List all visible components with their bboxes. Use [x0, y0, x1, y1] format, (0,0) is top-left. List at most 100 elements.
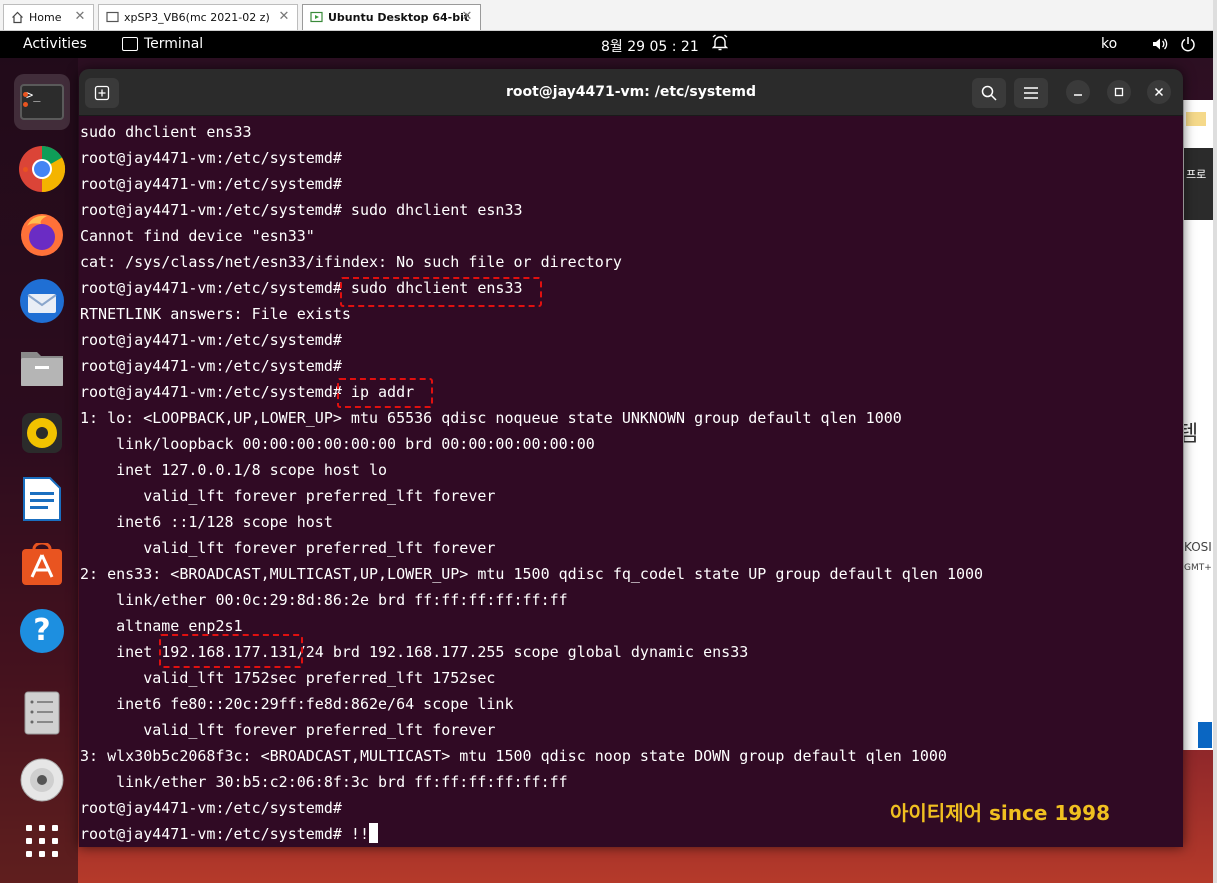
running-indicator — [23, 102, 28, 107]
terminal-line: root@jay4471-vm:/etc/systemd# sudo dhcli… — [80, 201, 523, 219]
dock-server[interactable] — [14, 685, 70, 741]
folder-icon — [1186, 112, 1206, 126]
minimize-button[interactable] — [1066, 80, 1090, 104]
dock-show-apps[interactable] — [14, 813, 70, 869]
dock-thunderbird[interactable] — [14, 273, 70, 329]
help-icon: ? — [20, 609, 64, 653]
vmware-tab-strip: Home ✕ xpSP3_VB6(mc 2021-02 z) ✕ Ubuntu … — [0, 0, 1217, 31]
dock-app-center[interactable] — [14, 537, 70, 593]
terminal-window[interactable]: root@jay4471-vm: /etc/systemd sudo dhcli… — [79, 69, 1183, 847]
terminal-line: root@jay4471-vm:/etc/systemd# — [80, 357, 342, 375]
terminal-line: valid_lft forever preferred_lft forever — [80, 721, 496, 739]
vm-tab-ubuntu-label: Ubuntu Desktop 64-bit — [328, 11, 470, 24]
terminal-line: valid_lft forever preferred_lft forever — [80, 539, 496, 557]
gnome-top-bar: Activities Terminal 8월 29 05 : 21 ko — [0, 31, 1213, 58]
new-tab-button[interactable] — [85, 78, 119, 108]
vm-icon — [105, 11, 119, 25]
background-browser-window[interactable]: 프로 템 KOSI GMT+ — [1183, 100, 1213, 750]
background-text: 프로 — [1186, 168, 1207, 181]
home-icon — [10, 11, 24, 25]
server-icon — [24, 691, 60, 735]
terminal-output[interactable]: sudo dhclient ens33 root@jay4471-vm:/etc… — [79, 116, 1183, 847]
terminal-line: link/loopback 00:00:00:00:00:00 brd 00:0… — [80, 435, 595, 453]
disc-icon — [20, 758, 64, 802]
terminal-icon-glyph: >_ — [26, 88, 41, 102]
vm-tab-ubuntu[interactable]: Ubuntu Desktop 64-bit ✕ — [302, 4, 481, 30]
dock-chrome[interactable] — [14, 141, 70, 197]
files-icon — [21, 352, 63, 386]
dock-disc[interactable] — [14, 752, 70, 808]
close-icon[interactable]: ✕ — [277, 10, 291, 24]
terminal-line: 3: wlx30b5c2068f3c: <BROADCAST,MULTICAST… — [80, 747, 947, 765]
running-indicator — [23, 92, 28, 97]
vm-tab-home-label: Home — [29, 11, 62, 24]
terminal-line: RTNETLINK answers: File exists — [80, 305, 351, 323]
grid-icon — [26, 825, 58, 857]
terminal-line: root@jay4471-vm:/etc/systemd# — [80, 175, 342, 193]
watermark-text: 아이티제어 since 1998 — [890, 801, 1111, 825]
background-dark-bar — [1184, 148, 1213, 220]
firefox-icon — [21, 214, 63, 256]
search-button[interactable] — [972, 78, 1006, 108]
terminal-prompt-line[interactable]: root@jay4471-vm:/etc/systemd# !! — [80, 821, 378, 847]
vmware-window-edge — [1213, 0, 1217, 883]
vm-tab-home[interactable]: Home ✕ — [3, 4, 94, 30]
dock-rhythmbox[interactable] — [14, 405, 70, 461]
volume-icon[interactable] — [1152, 36, 1168, 56]
new-tab-icon — [94, 85, 110, 101]
dock-files[interactable] — [14, 339, 70, 395]
app-center-icon — [22, 543, 62, 585]
vm-tab-xpsp3-label: xpSP3_VB6(mc 2021-02 z) — [124, 11, 270, 24]
input-method-indicator[interactable]: ko — [1101, 36, 1117, 52]
terminal-line: 2: ens33: <BROADCAST,MULTICAST,UP,LOWER_… — [80, 565, 984, 583]
terminal-line: cat: /sys/class/net/esn33/ifindex: No su… — [80, 253, 622, 271]
terminal-line: inet6 fe80::20c:29ff:fe8d:862e/64 scope … — [80, 695, 514, 713]
vm-running-icon — [309, 11, 323, 25]
highlight-box-ip-addr-command — [337, 378, 433, 408]
close-icon[interactable]: ✕ — [460, 10, 474, 24]
maximize-icon — [1114, 87, 1124, 97]
vm-tab-xpsp3[interactable]: xpSP3_VB6(mc 2021-02 z) ✕ — [98, 4, 298, 30]
minimize-icon — [1074, 94, 1082, 96]
ubuntu-dock: >_ ? — [0, 58, 78, 883]
terminal-line: 1: lo: <LOOPBACK,UP,LOWER_UP> mtu 65536 … — [80, 409, 902, 427]
terminal-line: valid_lft forever preferred_lft forever — [80, 487, 496, 505]
clock[interactable]: 8월 29 05 : 21 — [601, 36, 699, 56]
close-button[interactable] — [1147, 80, 1171, 104]
highlight-box-ip-address — [159, 634, 303, 668]
highlight-box-dhclient-command — [340, 277, 542, 307]
rhythmbox-icon — [22, 413, 62, 453]
linkedin-icon — [1198, 722, 1212, 748]
power-icon[interactable] — [1180, 36, 1196, 56]
search-icon — [981, 85, 997, 101]
close-icon — [1154, 87, 1164, 97]
alarm-icon — [711, 34, 729, 56]
terminal-line: root@jay4471-vm:/etc/systemd# — [80, 799, 342, 817]
close-icon[interactable]: ✕ — [73, 10, 87, 24]
dock-terminal[interactable]: >_ — [14, 74, 70, 130]
background-text: KOSI — [1184, 540, 1212, 554]
dock-help[interactable]: ? — [14, 603, 70, 659]
hamburger-menu-icon — [1024, 87, 1038, 99]
terminal-line: root@jay4471-vm:/etc/systemd# — [80, 149, 342, 167]
menu-button[interactable] — [1014, 78, 1048, 108]
terminal-line: valid_lft 1752sec preferred_lft 1752sec — [80, 669, 496, 687]
maximize-button[interactable] — [1107, 80, 1131, 104]
terminal-line: inet 127.0.0.1/8 scope host lo — [80, 461, 388, 479]
terminal-line: root@jay4471-vm:/etc/systemd# — [80, 331, 342, 349]
activities-button[interactable]: Activities — [23, 36, 87, 52]
help-icon-glyph: ? — [33, 613, 51, 648]
background-text: GMT+ — [1184, 563, 1212, 573]
terminal-line: sudo dhclient ens33 — [80, 123, 252, 141]
terminal-line: link/ether 30:b5:c2:06:8f:3c brd ff:ff:f… — [80, 773, 568, 791]
dock-writer[interactable] — [14, 471, 70, 527]
app-menu-terminal[interactable]: Terminal — [144, 36, 203, 52]
terminal-header-bar[interactable]: root@jay4471-vm: /etc/systemd — [79, 69, 1183, 116]
libreoffice-writer-icon — [23, 477, 61, 521]
terminal-line: Cannot find device "esn33" — [80, 227, 315, 245]
text-cursor — [368, 823, 378, 843]
thunderbird-icon — [20, 279, 64, 323]
terminal-prompt: root@jay4471-vm:/etc/systemd# !! — [80, 825, 369, 843]
dock-firefox[interactable] — [14, 207, 70, 263]
running-indicator — [23, 167, 28, 172]
